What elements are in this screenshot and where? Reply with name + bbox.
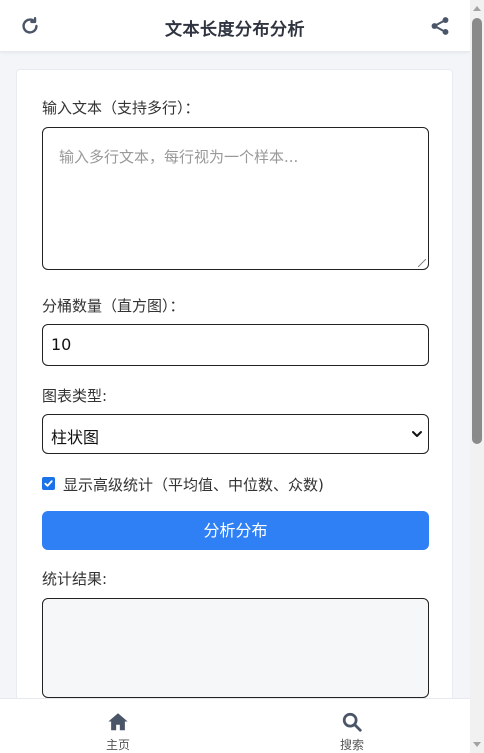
nav-item-search-label: 搜索 <box>339 738 364 752</box>
bottom-navigation: 主页 搜索 <box>0 698 470 753</box>
scroll-up-icon[interactable] <box>473 6 481 11</box>
bins-input-value: 10 <box>51 335 72 354</box>
text-input-placeholder: 输入多行文本，每行视为一个样本... <box>59 148 299 166</box>
check-icon <box>44 480 53 487</box>
text-input-area[interactable]: 输入多行文本，每行视为一个样本... <box>42 127 429 270</box>
bins-label: 分桶数量（直方图）： <box>42 297 185 315</box>
app-header: 文本长度分布分析 <box>0 0 470 52</box>
chevron-down-icon <box>412 431 422 437</box>
scroll-down-icon[interactable] <box>473 742 481 747</box>
nav-item-search[interactable]: 搜索 <box>322 711 382 753</box>
results-output <box>42 598 429 698</box>
nav-item-home[interactable]: 主页 <box>88 711 148 753</box>
resize-handle-icon[interactable] <box>418 259 426 267</box>
results-label: 统计结果: <box>42 570 108 588</box>
chart-type-label: 图表类型: <box>42 387 108 405</box>
text-input-label: 输入文本（支持多行）： <box>42 99 200 117</box>
page-title: 文本长度分布分析 <box>165 20 305 40</box>
analysis-form-card: 输入文本（支持多行）： 输入多行文本，每行视为一个样本... 分桶数量（直方图）… <box>16 69 453 709</box>
advanced-stats-label: 显示高级统计（平均值、中位数、众数) <box>63 476 324 494</box>
search-icon <box>342 712 362 732</box>
analyze-button[interactable]: 分析分布 <box>42 511 429 550</box>
bins-input[interactable]: 10 <box>42 324 429 366</box>
nav-item-home-label: 主页 <box>105 738 130 752</box>
advanced-stats-checkbox[interactable] <box>42 477 55 490</box>
chart-type-select[interactable]: 柱状图 <box>42 414 429 454</box>
home-icon <box>108 713 128 731</box>
vertical-scrollbar[interactable] <box>470 0 484 753</box>
chart-type-selected: 柱状图 <box>51 428 100 447</box>
share-icon[interactable] <box>429 15 451 37</box>
scrollbar-thumb[interactable] <box>472 18 482 444</box>
